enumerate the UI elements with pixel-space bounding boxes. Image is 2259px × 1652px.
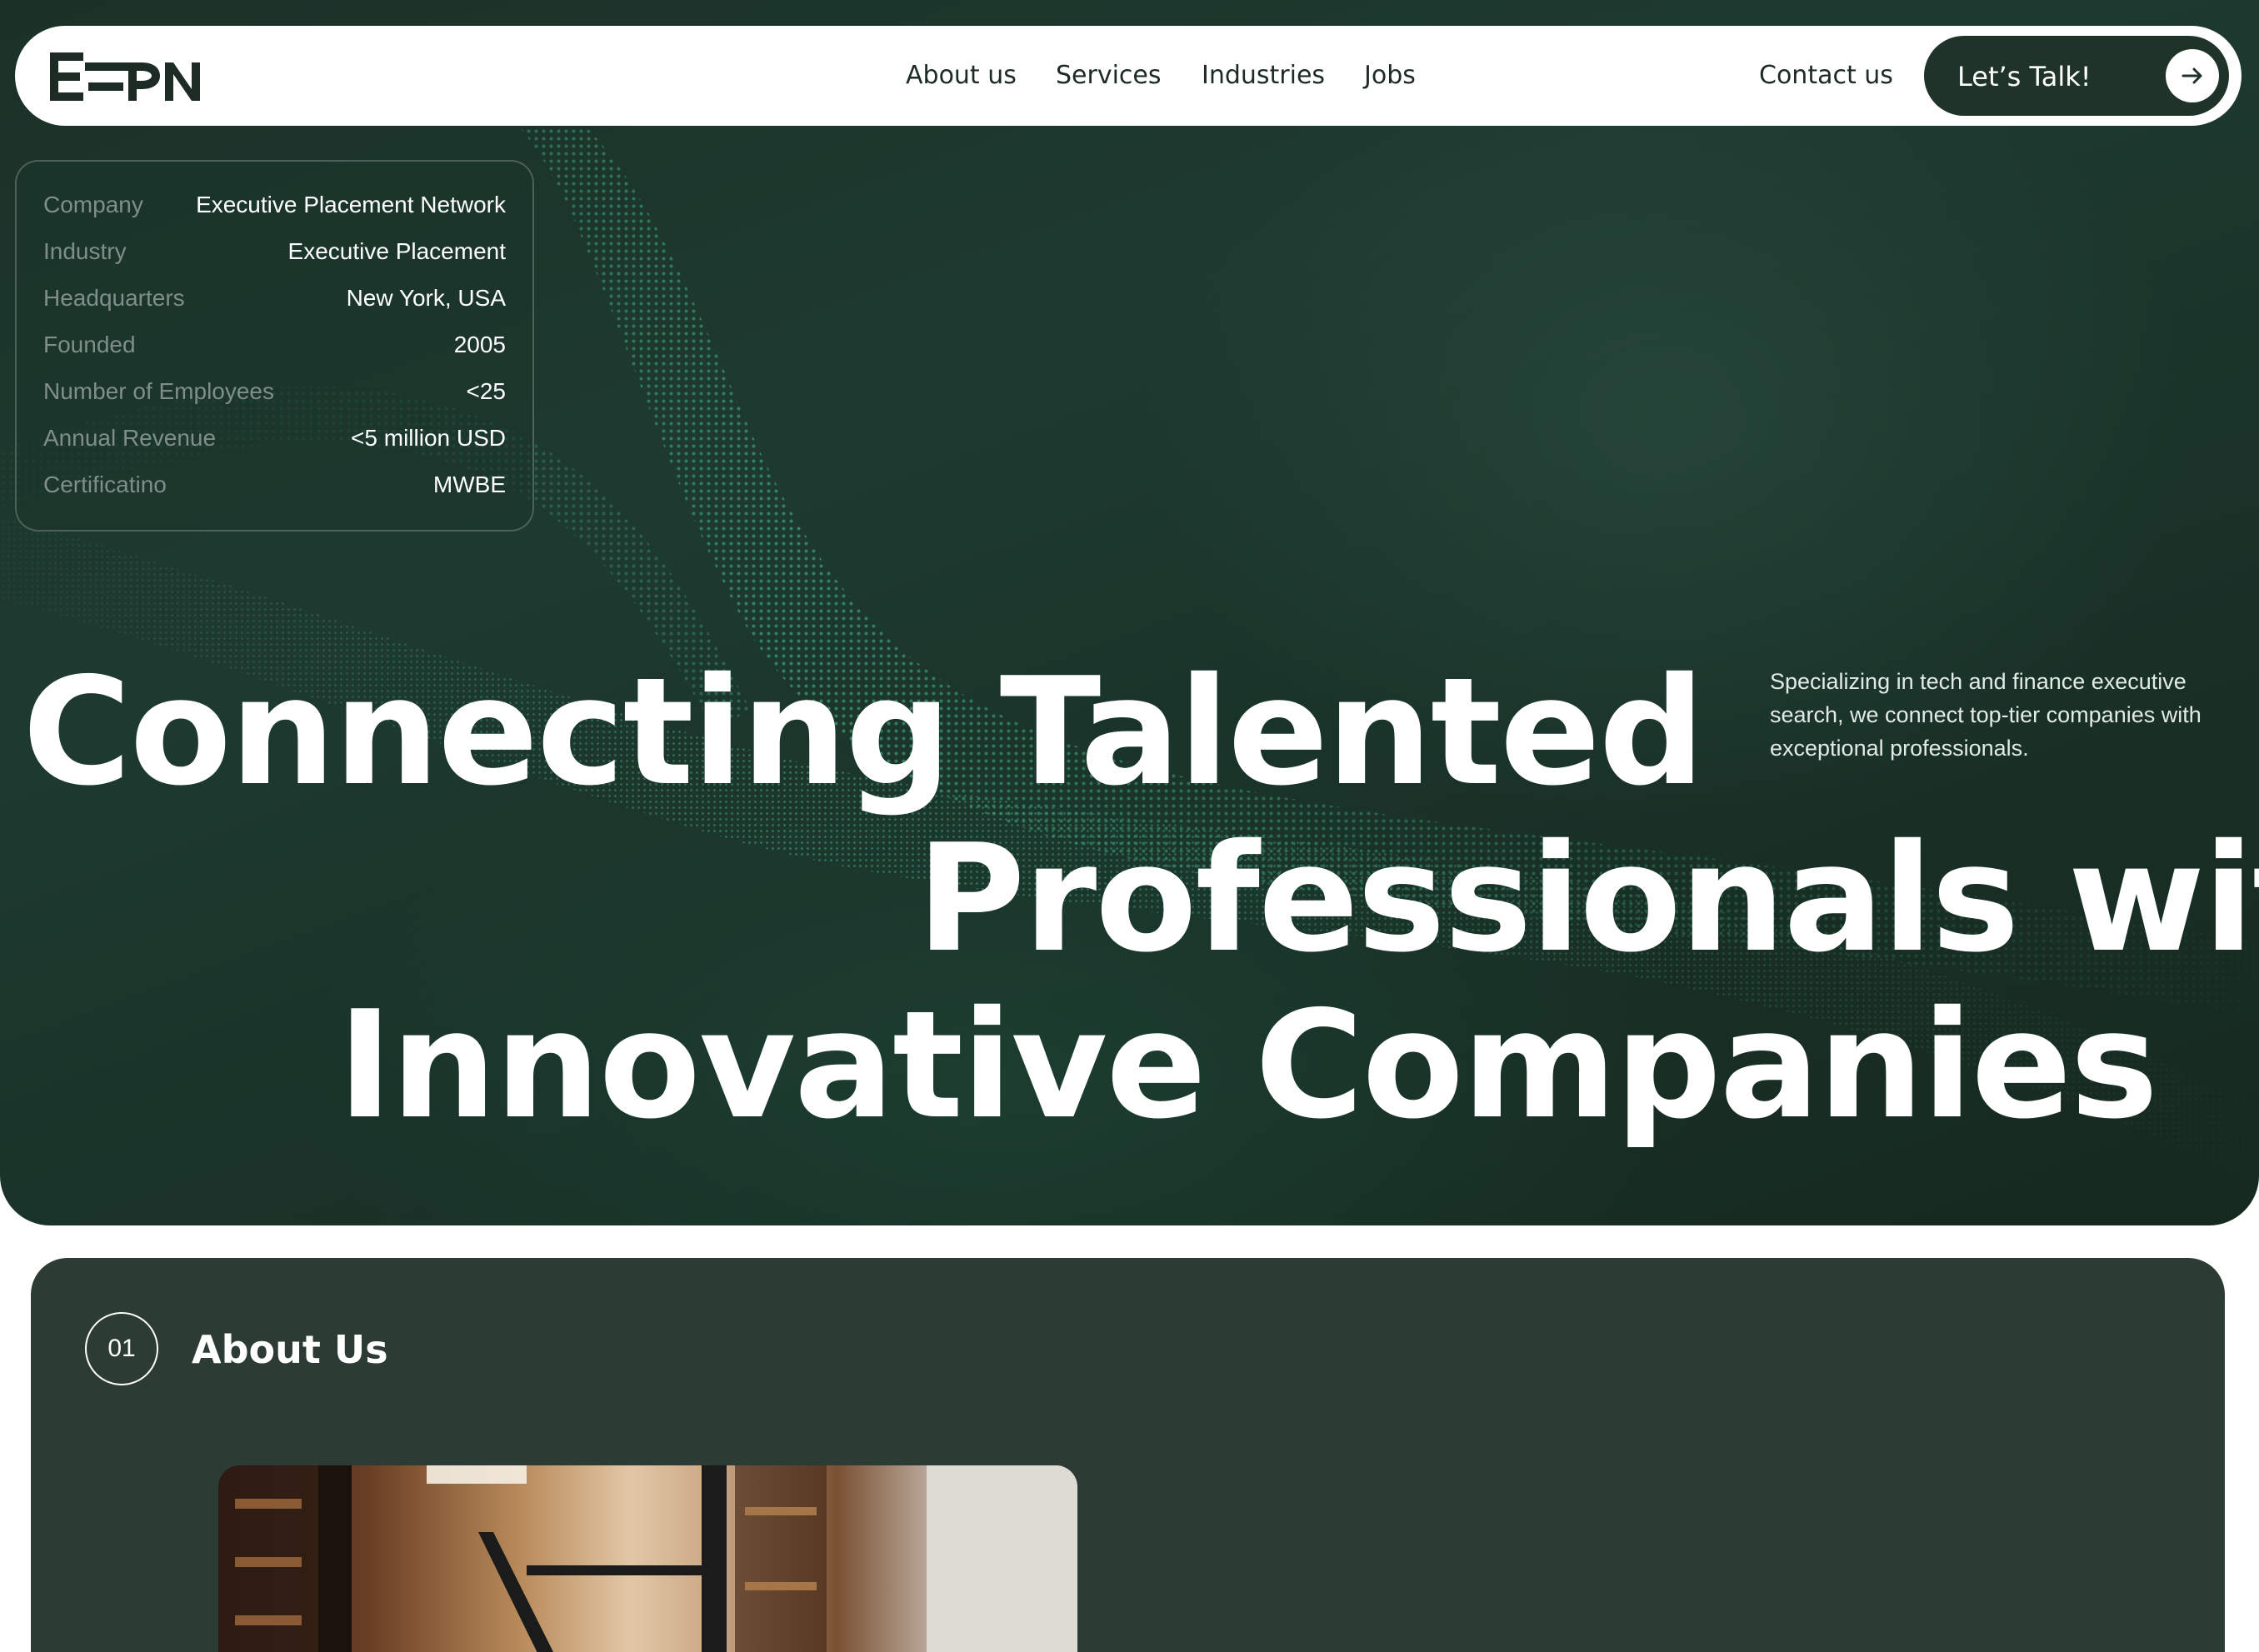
nav-link-contact-us[interactable]: Contact us	[1759, 61, 1893, 90]
info-row-company: Company Executive Placement Network	[43, 192, 506, 225]
company-logo[interactable]	[48, 51, 202, 102]
nav-link-services[interactable]: Services	[1056, 61, 1162, 90]
company-info-card: Company Executive Placement Network Indu…	[15, 160, 534, 532]
info-value: <25	[466, 378, 507, 404]
info-row-certification: Certificatino MWBE	[43, 472, 506, 505]
nav-link-industries[interactable]: Industries	[1202, 61, 1325, 90]
info-row-founded: Founded 2005	[43, 332, 506, 365]
info-label: Headquarters	[43, 285, 185, 311]
info-value: Executive Placement	[287, 238, 506, 264]
info-value: New York, USA	[346, 285, 506, 311]
section-number-badge: 01	[85, 1312, 158, 1385]
info-value: 2005	[453, 332, 506, 357]
lets-talk-label: Let’s Talk!	[1957, 61, 2092, 92]
info-value: MWBE	[432, 472, 506, 497]
arrow-right-icon	[2166, 49, 2219, 102]
info-value: Executive Placement Network	[196, 192, 506, 217]
info-label: Company	[43, 192, 143, 217]
hero-headline-line-2: Professionals with	[917, 812, 2259, 985]
info-label: Founded	[43, 332, 136, 357]
nav-link-about-us[interactable]: About us	[906, 61, 1017, 90]
hero-section: About us Services Industries Jobs Contac…	[0, 0, 2259, 1225]
lets-talk-button[interactable]: Let’s Talk!	[1924, 36, 2229, 116]
info-label: Certificatino	[43, 472, 167, 497]
nav-link-jobs[interactable]: Jobs	[1364, 61, 1416, 90]
info-label: Number of Employees	[43, 378, 275, 404]
about-section-title: About Us	[192, 1327, 388, 1372]
info-label: Industry	[43, 238, 127, 264]
office-photo-illustration	[218, 1465, 1077, 1652]
hero-tagline: Specializing in tech and finance executi…	[1770, 669, 2202, 761]
info-row-revenue: Annual Revenue <5 million USD	[43, 425, 506, 458]
about-section: 01 About Us	[31, 1258, 2225, 1652]
info-row-headquarters: Headquarters New York, USA	[43, 285, 506, 318]
info-value: <5 million USD	[351, 425, 506, 451]
info-label: Annual Revenue	[43, 425, 217, 451]
office-photo	[218, 1465, 1077, 1652]
hero-headline-line-1: Connecting Talented	[22, 646, 1705, 818]
hero-headline-line-3: Innovative Companies	[337, 979, 2158, 1151]
info-row-employees: Number of Employees <25	[43, 378, 506, 412]
info-row-industry: Industry Executive Placement	[43, 238, 506, 272]
top-navbar: About us Services Industries Jobs Contac…	[15, 26, 2242, 126]
